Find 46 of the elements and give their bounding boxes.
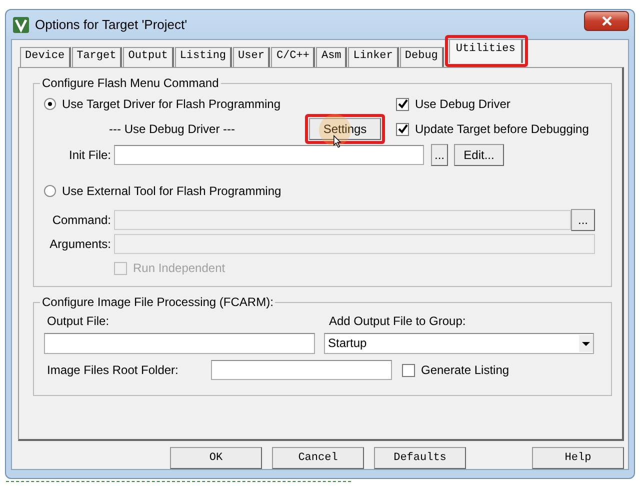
radio-label: Use External Tool for Flash Programming [62,184,282,198]
tab[interactable]: Asm [316,47,348,67]
output-file-field[interactable] [44,332,315,354]
field-label: Add Output File to Group: [329,314,466,328]
checkbox-label: Run Independent [133,261,226,275]
radio-button[interactable] [44,98,56,110]
app-icon [13,16,29,32]
init-file-field[interactable] [114,145,424,165]
checkbox-label: Generate Listing [421,363,510,377]
window-title: Options for Target 'Project' [35,17,188,32]
root-folder-field[interactable] [211,360,392,380]
checkbox[interactable] [402,364,415,376]
field-label: Arguments: [48,237,111,251]
tab[interactable]: Listing [174,47,232,67]
tab[interactable]: User [233,47,270,67]
radio-button[interactable] [44,185,56,197]
settings-button[interactable]: Settings [309,118,381,140]
tab[interactable]: C/C++ [271,47,316,67]
checkbox-label: Update Target before Debugging [415,122,589,136]
tab[interactable]: Output [123,47,174,67]
close-button[interactable] [584,10,629,30]
field-label: Command: [51,213,111,227]
dialog-button[interactable]: Defaults [374,447,466,469]
driver-name: --- Use Debug Driver --- [109,122,236,136]
tab[interactable]: Device [20,47,71,67]
group-dropdown[interactable]: Startup [324,332,594,354]
group-title: Configure Flash Menu Command [41,76,220,90]
browse-button[interactable]: ... [431,144,448,166]
cursor-icon [333,135,342,148]
tab[interactable]: Target [72,47,122,67]
dialog-button[interactable]: Help [532,447,624,469]
checkbox-label: Use Debug Driver [415,97,510,111]
radio-label: Use Target Driver for Flash Programming [62,97,281,111]
dialog-button[interactable]: OK [170,447,262,469]
dialog-button[interactable]: Cancel [272,447,364,469]
tab[interactable]: Debug [400,47,444,67]
field-label: Image Files Root Folder: [46,363,180,377]
field-label: Init File: [68,148,111,162]
checkbox[interactable] [396,98,409,110]
group-title: Configure Image File Processing (FCARM): [41,295,274,309]
field-label: Output File: [46,314,110,328]
close-icon [602,16,612,26]
edit-button[interactable]: Edit... [454,144,504,166]
tab[interactable]: Utilities [448,39,524,63]
tab[interactable]: Linker [348,47,399,67]
checkbox[interactable] [396,122,409,136]
